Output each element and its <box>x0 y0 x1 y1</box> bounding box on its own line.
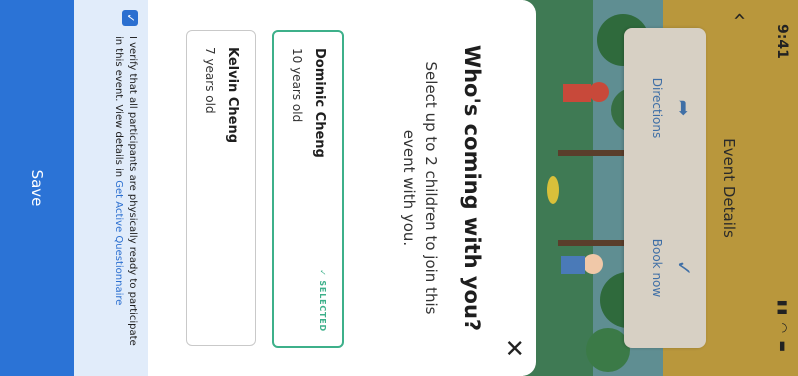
page-title: Event Details <box>720 138 738 238</box>
participants-sheet: ✕ Who's coming with you? Select up to 2 … <box>0 0 536 376</box>
child-age: 7 years old <box>203 47 217 114</box>
book-now-button[interactable]: ✓ Book now <box>650 198 696 338</box>
child-name: Kelvin Cheng <box>225 47 240 144</box>
directions-icon: ➦ <box>672 99 696 117</box>
questionnaire-link[interactable]: Get Active Questionnaire <box>113 180 124 305</box>
sheet-subtitle: Select up to 2 children to join this eve… <box>400 61 440 315</box>
verification-box: ✓ I verify that all participants are phy… <box>74 0 148 376</box>
child-card-dominic[interactable]: Dominic Cheng 10 years old ✓ SELECTED <box>272 30 344 348</box>
child-age: 10 years old <box>290 48 304 123</box>
directions-button[interactable]: ➦ Directions <box>650 38 696 178</box>
close-icon[interactable]: ✕ <box>500 334 528 362</box>
sheet-title: Who's coming with you? <box>460 44 484 332</box>
event-details-background: 9:41 ▮▮ ◠ ▬ ‹ Event Details ➦ Directions <box>523 0 798 376</box>
selected-badge: ✓ SELECTED <box>318 269 327 332</box>
phone-screen: 9:41 ▮▮ ◠ ▬ ‹ Event Details ➦ Directions <box>0 0 798 376</box>
save-button[interactable]: Save <box>0 0 74 376</box>
action-bar: ➦ Directions ✓ Book now <box>624 28 706 348</box>
verify-checkbox[interactable]: ✓ <box>122 10 138 26</box>
directions-label: Directions <box>650 77 664 139</box>
check-icon: ✓ <box>318 269 327 281</box>
checkmark-icon: ✓ <box>672 259 696 277</box>
book-now-label: Book now <box>650 238 664 298</box>
child-card-kelvin[interactable]: Kelvin Cheng 7 years old <box>186 30 256 346</box>
status-icons: ▮▮ ◠ ▬ <box>776 299 790 354</box>
selected-label: SELECTED <box>318 280 327 332</box>
status-time: 9:41 <box>774 24 790 59</box>
child-name: Dominic Cheng <box>312 48 327 158</box>
verify-text: I verify that all participants are physi… <box>111 36 139 356</box>
